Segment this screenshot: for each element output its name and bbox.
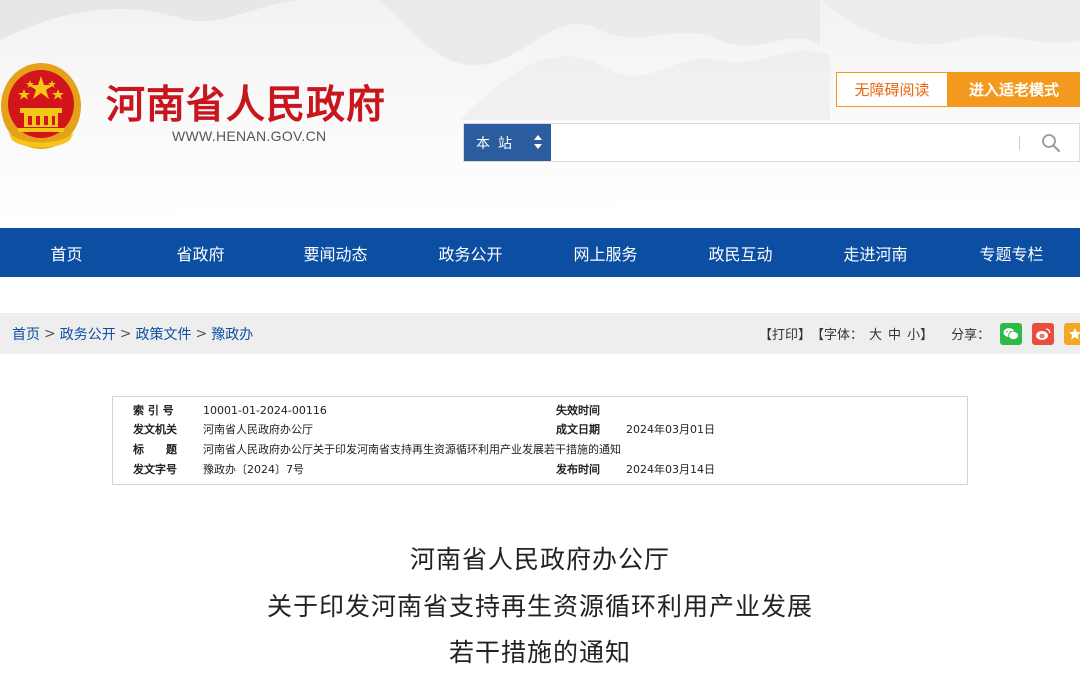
breadcrumb-home[interactable]: 首页: [12, 324, 40, 344]
publish-date-value: 2024年03月14日: [626, 463, 715, 476]
document-info-table: 索 引 号 10001-01-2024-00116 失效时间 发文机关 河南省人…: [112, 396, 968, 485]
info-row: 索 引 号 10001-01-2024-00116 失效时间: [113, 401, 967, 420]
favorite-icon[interactable]: [1064, 322, 1080, 345]
nav-item-online-services[interactable]: 网上服务: [538, 228, 673, 277]
breadcrumb: 首页 > 政务公开 > 政策文件 > 豫政办: [12, 313, 253, 354]
site-header: 河南省人民政府 WWW.HENAN.GOV.CN 无障碍阅读 进入适老模式 本站: [0, 0, 1080, 228]
written-date-value: 2024年03月01日: [626, 423, 715, 436]
title-label: 标 题: [133, 443, 177, 456]
search-box: 本站: [463, 123, 1080, 162]
font-size-small[interactable]: 小: [907, 324, 920, 343]
page-tools: 【打印】 【字体： 大 中 小 】 分享：: [759, 313, 1080, 354]
search-scope-label: 本站: [476, 135, 520, 152]
nav-item-government-affairs[interactable]: 政务公开: [403, 228, 538, 277]
document-number-label: 发文字号: [133, 463, 177, 476]
nav-item-interaction[interactable]: 政民互动: [673, 228, 808, 277]
nav-item-home[interactable]: 首页: [0, 228, 133, 277]
search-icon[interactable]: [1039, 131, 1063, 155]
sort-arrows-icon: [534, 135, 542, 149]
main-nav: 首页 省政府 要闻动态 政务公开 网上服务 政民互动 走进河南 专题专栏: [0, 228, 1080, 277]
font-size-large[interactable]: 大: [869, 324, 882, 343]
index-number-label: 索 引 号: [133, 404, 174, 417]
index-number-value: 10001-01-2024-00116: [203, 404, 327, 417]
nav-item-special-topics[interactable]: 专题专栏: [943, 228, 1080, 277]
breadcrumb-government-affairs[interactable]: 政务公开: [60, 324, 116, 344]
breadcrumb-separator: >: [44, 325, 56, 342]
wechat-icon[interactable]: [1000, 322, 1023, 345]
publish-date-label: 发布时间: [556, 463, 600, 476]
nav-item-news[interactable]: 要闻动态: [268, 228, 403, 277]
breadcrumb-separator: >: [119, 325, 132, 342]
search-divider: [1019, 136, 1020, 150]
search-input[interactable]: [552, 124, 1012, 161]
document-title-line-1: 河南省人民政府办公厅: [409, 545, 670, 574]
info-row: 标 题 河南省人民政府办公厅关于印发河南省支持再生资源循环利用产业发展若干措施的…: [113, 440, 967, 459]
elder-mode-button[interactable]: 进入适老模式: [948, 72, 1080, 107]
breadcrumb-bar: 首页 > 政务公开 > 政策文件 > 豫政办 【打印】 【字体： 大 中 小 】…: [0, 313, 1080, 354]
document-title-line-2: 关于印发河南省支持再生资源循环利用产业发展: [266, 592, 813, 621]
written-date-label: 成文日期: [556, 423, 600, 436]
breadcrumb-yuzhengban[interactable]: 豫政办: [211, 324, 253, 344]
info-row: 发文字号 豫政办〔2024〕7号 发布时间 2024年03月14日: [113, 460, 967, 479]
breadcrumb-policy-documents[interactable]: 政策文件: [135, 324, 191, 344]
site-title[interactable]: 河南省人民政府: [106, 74, 386, 130]
document-title-line-3: 若干措施的通知: [448, 638, 631, 667]
site-url: WWW.HENAN.GOV.CN: [172, 128, 327, 144]
font-size-prefix: 【字体：: [811, 328, 864, 343]
search-scope-select[interactable]: 本站: [464, 124, 551, 161]
national-emblem-icon: [1, 63, 81, 149]
expiry-date-label: 失效时间: [556, 404, 600, 417]
nav-item-about-henan[interactable]: 走进河南: [808, 228, 943, 277]
print-button[interactable]: 【打印】: [759, 324, 811, 343]
issuing-authority-label: 发文机关: [133, 423, 177, 436]
font-size-medium[interactable]: 中: [888, 324, 901, 343]
breadcrumb-separator: >: [195, 325, 208, 342]
font-size-suffix: 】: [920, 328, 934, 343]
info-row: 发文机关 河南省人民政府办公厅 成文日期 2024年03月01日: [113, 420, 967, 439]
accessibility-button[interactable]: 无障碍阅读: [836, 72, 948, 107]
title-value: 河南省人民政府办公厅关于印发河南省支持再生资源循环利用产业发展若干措施的通知: [203, 443, 621, 456]
nav-item-provincial-government[interactable]: 省政府: [133, 228, 268, 277]
issuing-authority-value: 河南省人民政府办公厅: [203, 423, 313, 436]
weibo-icon[interactable]: [1032, 322, 1055, 345]
document-number-value: 豫政办〔2024〕7号: [203, 463, 304, 476]
share-label: 分享：: [951, 328, 991, 343]
